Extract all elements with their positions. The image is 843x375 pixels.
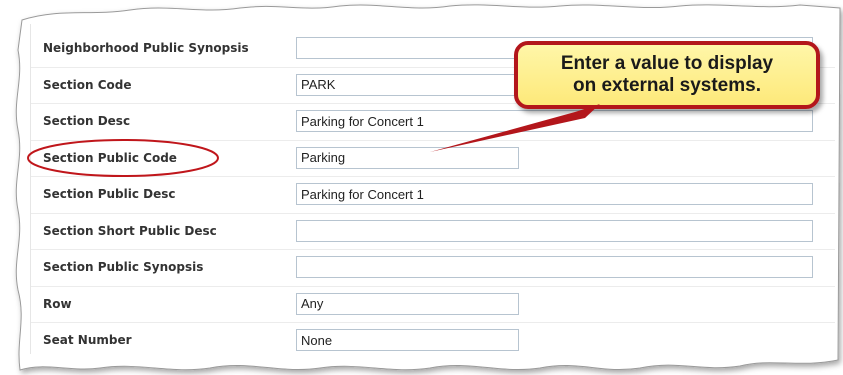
form-row: Section Public Synopsis <box>31 249 835 285</box>
row-divider <box>31 249 835 250</box>
field-label: Section Public Desc <box>43 187 176 201</box>
field-input[interactable] <box>296 256 813 278</box>
field-label: Row <box>43 296 72 311</box>
form-row: Row <box>31 285 835 322</box>
field-label: Section Code <box>43 77 132 92</box>
callout-bubble: Enter a value to display on external sys… <box>514 41 820 109</box>
field-label: Neighborhood Public Synopsis <box>43 41 249 55</box>
form-row: Section Public Desc <box>31 176 835 212</box>
row-divider <box>31 322 835 323</box>
field-label: Section Short Public Desc <box>43 223 217 238</box>
form-row: Seat Number <box>31 322 835 358</box>
field-label: Section Public Code <box>43 150 177 165</box>
row-divider <box>31 212 835 214</box>
field-input[interactable] <box>296 219 813 242</box>
field-input[interactable] <box>296 292 519 315</box>
field-label: Section Desc <box>43 114 131 128</box>
form-row: Section Short Public Desc <box>31 212 835 249</box>
field-label: Section Public Synopsis <box>43 260 204 274</box>
form-row: Section Public Code <box>31 139 835 176</box>
callout-line-2: on external systems. <box>573 75 761 96</box>
callout-line-1: Enter a value to display <box>560 53 774 74</box>
row-divider <box>31 285 835 287</box>
field-input[interactable] <box>296 329 519 351</box>
row-divider <box>31 176 835 177</box>
field-input[interactable] <box>296 146 519 169</box>
field-label: Seat Number <box>43 333 132 347</box>
row-divider <box>31 139 835 141</box>
field-input[interactable] <box>296 110 813 132</box>
field-input[interactable] <box>296 183 813 205</box>
